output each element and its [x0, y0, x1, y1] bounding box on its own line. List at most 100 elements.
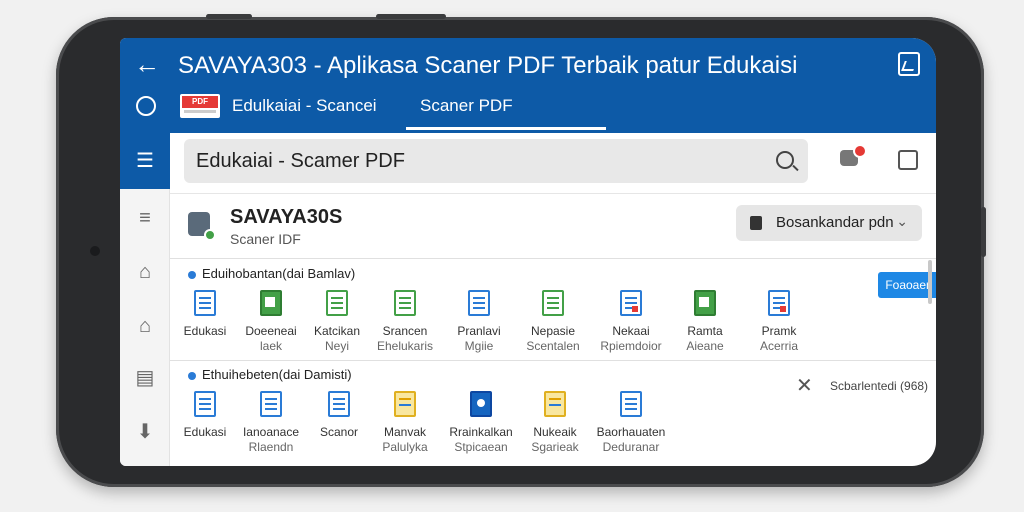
home-icon[interactable]: ⌂ [134, 261, 156, 283]
list-icon [544, 391, 566, 417]
back-arrow-icon[interactable]: ← [134, 51, 160, 78]
app-bar: ← SAVAYA303 - Aplikasa Scaner PDF Terbai… [120, 38, 936, 133]
app-title: SAVAYA303 - Aplikasa Scaner PDF Terbaik … [178, 52, 798, 79]
tool-section-2: Ethuihebeten(dai Damisti) ✕ Scbarlentedi… [170, 360, 936, 466]
image-icon [694, 290, 716, 316]
phone-side-button [981, 207, 986, 257]
search-doc-icon [470, 391, 492, 417]
table-icon [260, 391, 282, 417]
tool-sublabel: Scentalen [526, 339, 580, 353]
tool-item[interactable]: Doeeneai laek [236, 290, 306, 354]
tool-label: Ianoanace [242, 425, 300, 439]
active-tab-indicator [406, 127, 606, 130]
download-icon[interactable]: ⬇ [134, 421, 156, 443]
tool-sublabel: Neyi [324, 339, 349, 353]
section-heading: Ethuihebeten(dai Damisti) [188, 367, 352, 382]
tool-label: Katcikan [313, 324, 361, 338]
sort-dropdown[interactable]: Bosankandar pdn ⌄ [736, 205, 922, 241]
hamburger-menu-icon[interactable]: ≡ [134, 207, 156, 229]
search-bar[interactable]: Edukaiai - Scamer PDF [184, 139, 808, 183]
tab-scaner-pdf[interactable]: Scaner PDF [420, 96, 513, 116]
tool-item[interactable]: Ianoanace Rlaendn [236, 391, 306, 455]
tool-label: Pramk [761, 324, 797, 338]
breadcrumb[interactable]: Edulkaiai - Scancei [232, 96, 377, 116]
tool-item[interactable]: Nukeaik Sgarieak [520, 391, 590, 455]
tool-label: Nepasie [530, 324, 576, 338]
close-icon[interactable]: ✕ [796, 376, 813, 396]
tool-item[interactable]: Katcikan Neyi [302, 290, 372, 354]
tool-item[interactable]: Manvak Palulyka [370, 391, 440, 455]
tool-sublabel: Mgiie [464, 339, 494, 353]
tool-label: Edukasi [183, 324, 227, 338]
tool-item[interactable]: Edukasi [170, 290, 240, 339]
palette-icon[interactable] [136, 96, 156, 116]
tool-item[interactable]: Scanor [304, 391, 374, 440]
scrollbar[interactable] [928, 260, 932, 304]
document-icon [194, 290, 216, 316]
tool-label: Doeeneai [245, 324, 297, 338]
tool-item[interactable]: Nepasie Scentalen [518, 290, 588, 354]
sidebar: ☰ ≡ ⌂ ⌂ ▤ ⬇ [120, 133, 170, 466]
home-alt-icon[interactable]: ⌂ [134, 315, 156, 337]
tool-item[interactable]: Edukasi [170, 391, 240, 440]
tool-label: Nekaai [612, 324, 650, 338]
app-subtitle: Scaner IDF [230, 231, 301, 247]
tool-sublabel: Stpicaean [454, 440, 508, 454]
tool-sublabel: Rlaendn [248, 440, 294, 454]
sort-label: Bosankandar pdn [776, 214, 894, 231]
front-camera [90, 246, 100, 256]
document-icon [328, 391, 350, 417]
tool-label: Scanor [319, 425, 359, 439]
doc-red-icon [768, 290, 790, 316]
doc-blue-icon [468, 290, 490, 316]
app-name: SAVAYA30S [230, 206, 343, 228]
tool-sublabel: Deduranar [602, 440, 660, 454]
search-icon[interactable] [776, 151, 794, 169]
pdf-badge-label: PDF [182, 96, 218, 108]
tool-label: Ramta [687, 324, 723, 338]
tool-item[interactable]: Pranlavi Mgiie [444, 290, 514, 354]
chevron-down-icon: ⌄ [896, 213, 908, 229]
page-icon[interactable] [898, 150, 918, 170]
gallery-icon[interactable]: ▤ [134, 367, 156, 389]
tool-label: Edukasi [183, 425, 227, 439]
doc-green-icon [326, 290, 348, 316]
tool-sublabel: Sgarieak [531, 440, 579, 454]
tool-item[interactable]: Baorhauaten Deduranar [596, 391, 666, 455]
app-screen: ← SAVAYA303 - Aplikasa Scaner PDF Terbai… [120, 38, 936, 466]
tool-sublabel: Rpiemdoior [600, 339, 662, 353]
document-icon [194, 391, 216, 417]
tool-section-1: Eduihobantan(dai Bamlav) Edukasi Doeenea… [170, 260, 936, 356]
lock-doc-icon [620, 391, 642, 417]
tool-label: Baorhauaten [596, 425, 666, 439]
layers-icon [394, 391, 416, 417]
tool-label: Pranlavi [457, 324, 501, 338]
edit-icon [542, 290, 564, 316]
document-icon [750, 216, 762, 230]
tool-sublabel: Acerria [759, 339, 798, 353]
section-heading: Eduihobantan(dai Bamlav) [188, 266, 355, 281]
tool-item[interactable]: Ramta Aieane [670, 290, 740, 354]
tool-label: Manvak [383, 425, 427, 439]
tool-sublabel: Ehelukaris [376, 339, 434, 353]
app-header: SAVAYA30S Scaner IDF Bosankandar pdn ⌄ [170, 193, 936, 259]
tool-item[interactable]: Srancen Ehelukaris [370, 290, 440, 354]
notification-badge [853, 144, 867, 158]
tool-item[interactable]: Pramk Acerria [744, 290, 814, 354]
search-result-text: Scbarlentedi (968) [830, 379, 929, 393]
phone-power-button [206, 14, 252, 19]
tool-item[interactable]: Rrainkalkan Stpicaean [446, 391, 516, 455]
tool-label: Nukeaik [533, 425, 577, 439]
scan-icon [260, 290, 282, 316]
pdf-icon [620, 290, 642, 316]
pdf-logo-icon: PDF [180, 94, 220, 118]
search-input[interactable]: Edukaiai - Scamer PDF [196, 150, 405, 173]
tool-item[interactable]: Nekaai Rpiemdoior [596, 290, 666, 354]
tool-sublabel: Palulyka [382, 440, 428, 454]
tool-label: Rrainkalkan [449, 425, 513, 439]
list-menu-icon[interactable]: ☰ [120, 133, 170, 189]
image-icon[interactable] [898, 52, 920, 76]
tool-sublabel: laek [259, 339, 282, 353]
phone-volume-button [376, 14, 446, 19]
tool-sublabel: Aieane [686, 339, 724, 353]
